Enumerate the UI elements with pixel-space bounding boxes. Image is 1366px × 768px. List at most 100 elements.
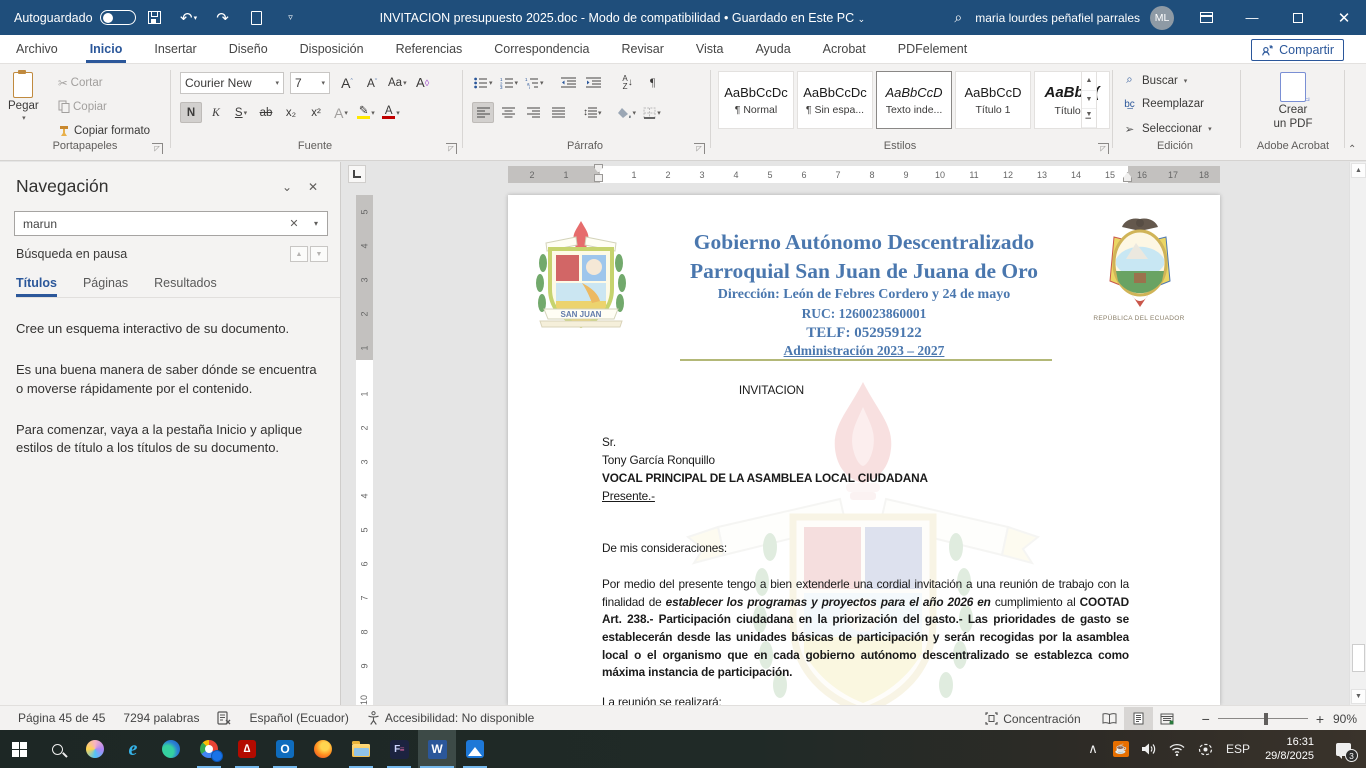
superscript-button[interactable]: x² [305, 102, 327, 123]
shrink-font-button[interactable]: Aˇ [361, 72, 383, 93]
align-center-button[interactable] [497, 102, 519, 123]
cast-icon[interactable] [1193, 730, 1217, 768]
quick-access-doc-button[interactable] [242, 5, 272, 31]
replace-button[interactable]: b͢cReemplazar [1122, 98, 1204, 110]
chrome-button[interactable] [190, 730, 228, 768]
proofing-errors-icon[interactable] [217, 711, 231, 725]
styles-scroll-down-button[interactable]: ▼ [1082, 91, 1096, 110]
clipboard-dialog-launcher[interactable]: ◿ [152, 143, 163, 154]
sort-button[interactable]: AZ↓ [617, 72, 639, 93]
styles-more-button[interactable]: ▼▔ [1082, 109, 1096, 128]
navigation-close-icon[interactable]: ✕ [300, 180, 326, 194]
left-indent-marker[interactable] [594, 174, 603, 182]
zoom-in-button[interactable]: + [1316, 711, 1324, 727]
save-button[interactable] [140, 5, 170, 31]
font-family-combobox[interactable]: Courier New▾ [180, 72, 284, 94]
italic-button[interactable]: K [205, 102, 227, 123]
bullets-button[interactable]: ▾ [472, 72, 495, 93]
keyboard-language-indicator[interactable]: ESP [1221, 730, 1255, 768]
java-tray-icon[interactable]: ☕ [1109, 730, 1133, 768]
paste-button[interactable]: Pegar ▾ [8, 72, 39, 122]
ribbon-tab[interactable]: Diseño [213, 35, 284, 63]
zoom-out-button[interactable]: − [1202, 711, 1210, 727]
taskbar-search-button[interactable] [38, 730, 76, 768]
grow-font-button[interactable]: Aˆ [336, 72, 358, 93]
vertical-scrollbar[interactable]: ▲ ▼ [1349, 162, 1366, 705]
minimize-button[interactable]: — [1230, 0, 1274, 35]
change-case-button[interactable]: Aa▾ [386, 72, 409, 93]
paragraph-dialog-launcher[interactable]: ◿ [694, 143, 705, 154]
underline-button[interactable]: S▾ [230, 102, 252, 123]
show-paragraph-marks-button[interactable]: ¶ [642, 72, 664, 93]
restore-button[interactable] [1276, 0, 1320, 35]
clear-formatting-button[interactable]: A◊ [412, 72, 434, 93]
autosave-switch-icon[interactable] [100, 10, 136, 25]
shading-button[interactable]: ▾ [616, 102, 639, 123]
internet-explorer-button[interactable]: e [114, 730, 152, 768]
autosave-toggle[interactable]: Autoguardado [14, 10, 136, 25]
style-card[interactable]: AaBbCcDc ¶ Sin espa... [797, 71, 873, 129]
ribbon-tab[interactable]: PDFelement [882, 35, 983, 63]
cut-button[interactable]: ✂Cortar [58, 76, 103, 90]
style-card[interactable]: AaBbC( Título 2 [1034, 71, 1110, 129]
font-color-button[interactable]: A▾ [380, 102, 402, 123]
select-button[interactable]: ➢Seleccionar▾ [1122, 122, 1212, 136]
increase-indent-button[interactable] [583, 72, 605, 93]
navigation-search-input[interactable] [15, 217, 283, 231]
avatar[interactable]: ML [1150, 6, 1174, 30]
styles-scroll-up-button[interactable]: ▲ [1082, 72, 1096, 91]
text-effects-button[interactable]: A▾ [330, 102, 352, 123]
numbering-button[interactable]: 123▾ [498, 72, 521, 93]
language-indicator[interactable]: Español (Ecuador) [249, 711, 348, 725]
ribbon-tab[interactable]: Revisar [605, 35, 679, 63]
highlight-color-button[interactable]: ✎▾ [355, 102, 377, 123]
outlook-button[interactable]: O [266, 730, 304, 768]
zoom-slider-thumb[interactable] [1264, 713, 1268, 725]
navigation-tab[interactable]: Resultados [154, 276, 217, 297]
font-size-combobox[interactable]: 7▾ [290, 72, 330, 94]
ribbon-tab[interactable]: Disposición [284, 35, 380, 63]
ribbon-tab[interactable]: Insertar [138, 35, 212, 63]
decrease-indent-button[interactable] [558, 72, 580, 93]
copilot-button[interactable] [76, 730, 114, 768]
start-button[interactable] [0, 730, 38, 768]
navigation-tab[interactable]: Títulos [16, 276, 57, 297]
acrobat-button[interactable]: ∆ [228, 730, 266, 768]
focus-mode-button[interactable]: Concentración [985, 712, 1080, 726]
vertical-ruler[interactable]: 54321 12345678910 [356, 195, 373, 705]
undo-button[interactable]: ↶▾ [174, 5, 204, 31]
ribbon-tab[interactable]: Ayuda [739, 35, 806, 63]
scroll-down-arrow[interactable]: ▼ [1351, 689, 1366, 704]
print-layout-button[interactable] [1124, 707, 1153, 731]
firefox-button[interactable] [304, 730, 342, 768]
create-pdf-button[interactable]: Crear un PDF [1258, 72, 1328, 130]
styles-dialog-launcher[interactable]: ◿ [1098, 143, 1109, 154]
bold-button[interactable]: N [180, 102, 202, 123]
accessibility-indicator[interactable]: Accesibilidad: No disponible [367, 711, 534, 725]
ribbon-tab[interactable]: Vista [680, 35, 740, 63]
multilevel-list-button[interactable]: 1ai▾ [523, 72, 546, 93]
read-mode-button[interactable] [1095, 707, 1124, 731]
navigation-tab[interactable]: Páginas [83, 276, 128, 297]
next-result-button[interactable]: ▼ [310, 246, 328, 262]
style-card[interactable]: AaBbCcD Texto inde... [876, 71, 952, 129]
file-explorer-button[interactable] [342, 730, 380, 768]
align-left-button[interactable] [472, 102, 494, 123]
share-button[interactable]: Compartir [1251, 39, 1344, 61]
format-painter-button[interactable]: Copiar formato [58, 124, 150, 137]
horizontal-ruler[interactable]: 21 123456789101112131415 161718 [508, 166, 1220, 183]
notification-center-button[interactable]: 3 [1328, 730, 1358, 768]
word-button[interactable]: W [418, 730, 456, 768]
tab-stop-selector[interactable] [348, 165, 366, 183]
line-spacing-button[interactable]: ↕▾ [581, 102, 604, 123]
previous-result-button[interactable]: ▲ [290, 246, 308, 262]
fes-app-button[interactable]: F≡ [380, 730, 418, 768]
photos-button[interactable] [456, 730, 494, 768]
style-card[interactable]: AaBbCcDc ¶ Normal [718, 71, 794, 129]
collapse-ribbon-button[interactable]: ⌃ [1348, 144, 1356, 155]
user-name[interactable]: maria lourdes peñafiel parrales [975, 11, 1140, 25]
word-count[interactable]: 7294 palabras [123, 711, 199, 725]
strikethrough-button[interactable]: ab [255, 102, 277, 123]
ribbon-display-options-button[interactable] [1184, 0, 1228, 35]
web-layout-button[interactable] [1153, 707, 1182, 731]
